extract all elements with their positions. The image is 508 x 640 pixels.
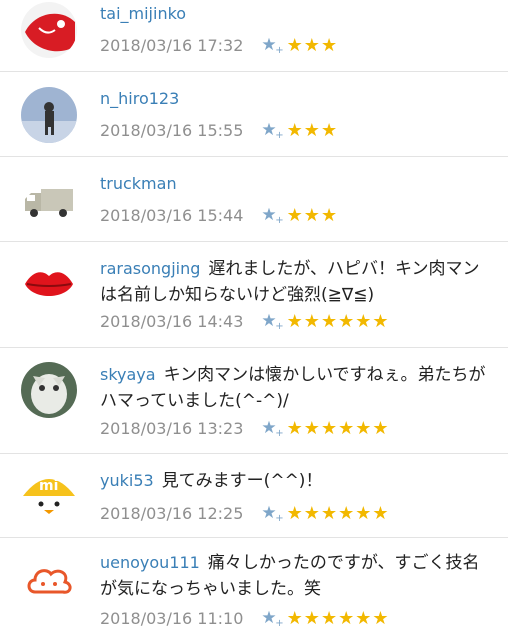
cloud-face-icon (21, 552, 77, 608)
username-link[interactable]: truckman (100, 171, 494, 197)
fish-red-icon (21, 2, 77, 58)
username-link[interactable]: rarasongjing (100, 259, 200, 278)
username-link[interactable]: tai_mijinko (100, 1, 494, 27)
star-rating: ★★★ (286, 119, 339, 141)
comment-item: uenoyou111 痛々しかったのですが、すごく技名が気になっちゃいました。笑 … (0, 538, 508, 640)
truck-icon (21, 173, 77, 229)
comment-item: rarasongjing 遅れましたが、ハピバ！キン肉マンは名前しか知らないけど強… (0, 242, 508, 348)
comment-text: yuki53 見てみますー(^^)！ (100, 471, 323, 491)
star-rating: ★★★★★★ (286, 607, 390, 629)
star-plus-icon[interactable]: ★ + (261, 311, 283, 332)
timestamp: 2018/03/16 11:10 (100, 608, 244, 628)
comment-item: truckman 2018/03/16 15:44 ★ + ★★★ (0, 157, 508, 242)
timestamp: 2018/03/16 14:43 (100, 311, 244, 331)
username-link[interactable]: skyaya (100, 365, 156, 384)
star-rating: ★★★ (286, 34, 339, 56)
star-plus-icon[interactable]: ★ + (261, 120, 283, 141)
avatar[interactable] (21, 552, 77, 608)
svg-text:mi: mi (39, 478, 58, 494)
username-link[interactable]: uenoyou111 (100, 553, 200, 572)
star-plus-icon[interactable]: ★ + (261, 418, 283, 439)
star-rating: ★★★ (286, 204, 339, 226)
comment-text: skyaya キン肉マンは懐かしいですねぇ。弟たちがハマっていました(^-^)/ (100, 365, 486, 411)
avatar[interactable] (21, 173, 77, 229)
comment-item: n_hiro123 2018/03/16 15:55 ★ + ★★★ (0, 72, 508, 157)
mi-chick-icon: mi (21, 466, 77, 522)
comment-text: rarasongjing 遅れましたが、ハピバ！キン肉マンは名前しか知らないけど強… (100, 259, 480, 305)
lips-icon (21, 256, 77, 312)
timestamp: 2018/03/16 13:23 (100, 418, 244, 438)
timestamp: 2018/03/16 15:44 (100, 205, 244, 225)
star-rating: ★★★★★★ (286, 417, 390, 439)
comment-item: tai_mijinko 2018/03/16 17:32 ★ + ★★★ (0, 0, 508, 72)
timestamp: 2018/03/16 17:32 (100, 35, 244, 55)
star-plus-icon[interactable]: ★ + (261, 503, 283, 524)
avatar[interactable] (21, 87, 77, 143)
comment-item: mi yuki53 見てみますー(^^)！ 2018/03/16 12:25 ★ +… (0, 454, 508, 538)
star-plus-icon[interactable]: ★ + (261, 608, 283, 629)
star-rating: ★★★★★★ (286, 310, 390, 332)
avatar[interactable] (21, 362, 77, 418)
avatar[interactable]: mi (21, 466, 77, 522)
cat-photo-icon (21, 362, 77, 418)
username-link[interactable]: n_hiro123 (100, 86, 494, 112)
timestamp: 2018/03/16 15:55 (100, 120, 244, 140)
star-plus-icon[interactable]: ★ + (261, 35, 283, 56)
avatar[interactable] (21, 256, 77, 312)
username-link[interactable]: yuki53 (100, 471, 154, 490)
timestamp: 2018/03/16 12:25 (100, 503, 244, 523)
person-photo-icon (21, 87, 77, 143)
star-rating: ★★★★★★ (286, 502, 390, 524)
avatar[interactable] (21, 2, 77, 58)
comment-text: uenoyou111 痛々しかったのですが、すごく技名が気になっちゃいました。笑 (100, 553, 480, 599)
star-plus-icon[interactable]: ★ + (261, 205, 283, 226)
comment-item: skyaya キン肉マンは懐かしいですねぇ。弟たちがハマっていました(^-^)/ … (0, 348, 508, 454)
